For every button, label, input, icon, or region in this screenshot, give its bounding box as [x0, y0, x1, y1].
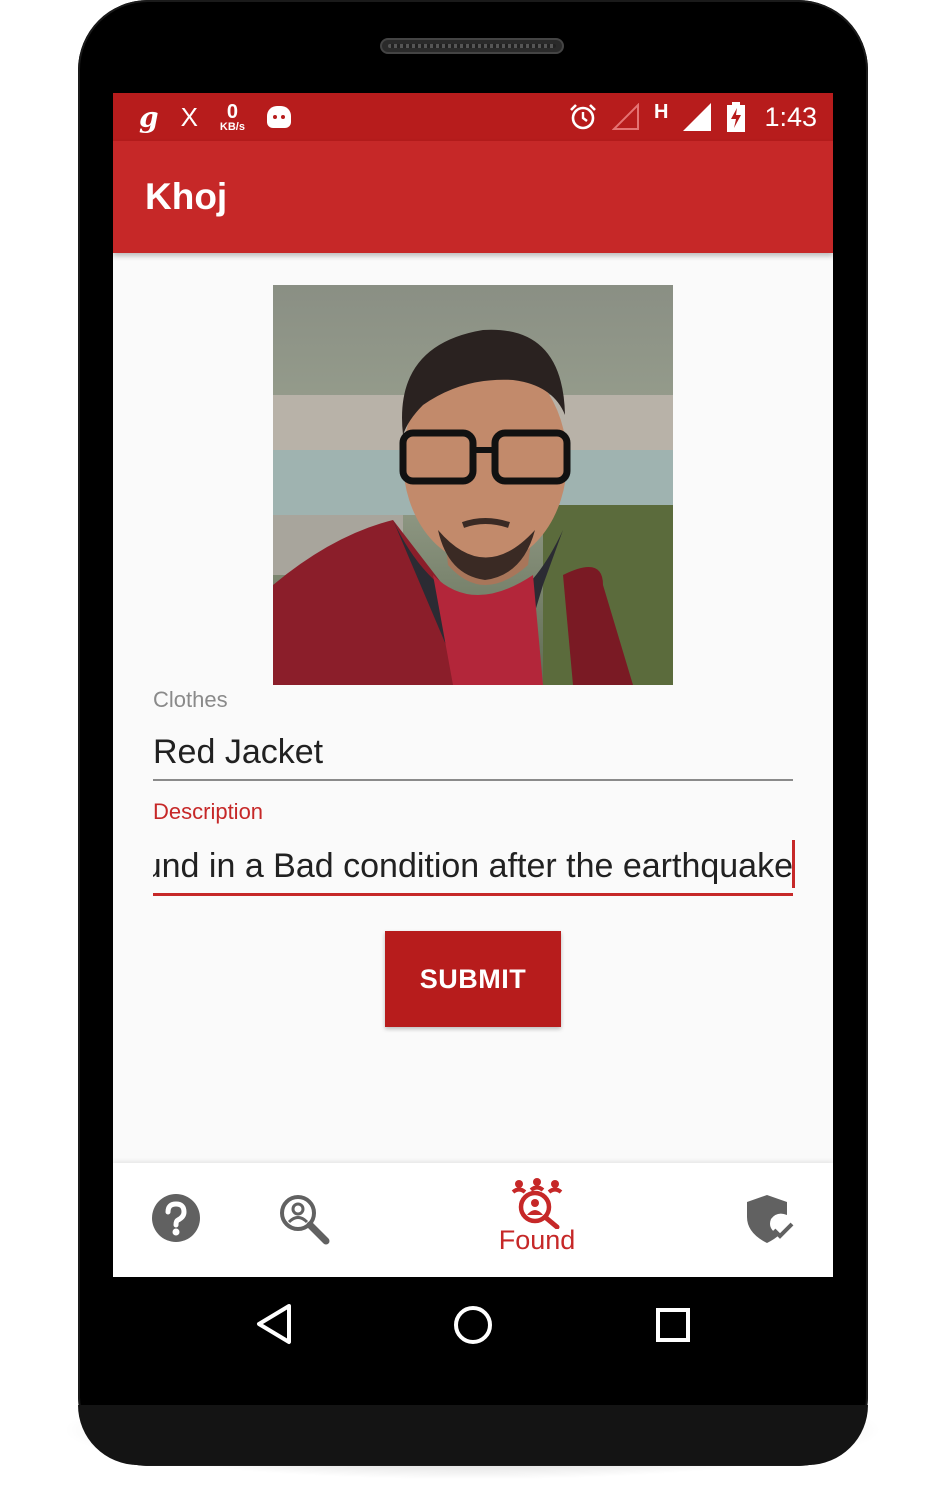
search-person-icon — [280, 1195, 330, 1245]
nav-search[interactable] — [278, 1193, 330, 1277]
android-robot-icon — [266, 106, 291, 128]
home-icon[interactable] — [453, 1305, 493, 1345]
screen: g X 0 KB/s H 1:43 Khoj Clothes Red Jacke… — [113, 93, 833, 1277]
description-input[interactable]: Found in a Bad condition after the earth… — [153, 847, 793, 886]
battery-charging-icon — [727, 102, 746, 132]
network-speed-unit: KB/s — [219, 120, 245, 133]
clock: 1:43 — [764, 101, 817, 132]
description-input-text: Found in a Bad condition after the earth… — [153, 847, 793, 885]
recents-icon[interactable] — [655, 1307, 691, 1343]
bottom-navigation: Found — [113, 1163, 833, 1277]
person-photo[interactable] — [273, 285, 673, 685]
android-navigation-bar — [113, 1277, 833, 1377]
description-underline — [153, 893, 793, 896]
network-speed-indicator: 0 KB/s — [220, 102, 245, 133]
clothes-underline — [153, 779, 793, 781]
text-cursor — [792, 840, 795, 888]
earpiece-speaker — [380, 38, 564, 54]
h-network-icon: H — [653, 100, 669, 123]
network-speed-value: 0 — [226, 100, 239, 123]
alarm-icon — [570, 104, 596, 130]
status-left-icons: g X 0 KB/s — [139, 99, 291, 135]
clothes-input[interactable]: Red Jacket — [153, 733, 793, 772]
gaana-g-icon: g — [139, 100, 159, 134]
status-bar: g X 0 KB/s H 1:43 — [113, 93, 833, 141]
nav-safe[interactable] — [743, 1193, 795, 1277]
description-label: Description — [153, 799, 264, 824]
app-title: Khoj — [145, 176, 228, 217]
submit-button[interactable]: SUBMIT — [385, 931, 561, 1027]
phone-chin — [78, 1405, 868, 1465]
x-icon: X — [180, 101, 198, 132]
status-right-icons: H 1:43 — [568, 99, 817, 135]
back-icon[interactable] — [255, 1303, 293, 1345]
nav-help[interactable] — [151, 1193, 201, 1277]
found-icon — [511, 1178, 563, 1229]
signal-empty-icon — [611, 103, 639, 130]
nav-found[interactable]: Found — [493, 1177, 581, 1277]
signal-full-icon — [683, 103, 712, 131]
help-icon — [152, 1194, 200, 1242]
nav-found-label: Found — [498, 1225, 576, 1255]
shield-check-icon — [747, 1195, 794, 1243]
app-bar: Khoj — [113, 141, 833, 253]
clothes-label: Clothes — [153, 687, 228, 712]
